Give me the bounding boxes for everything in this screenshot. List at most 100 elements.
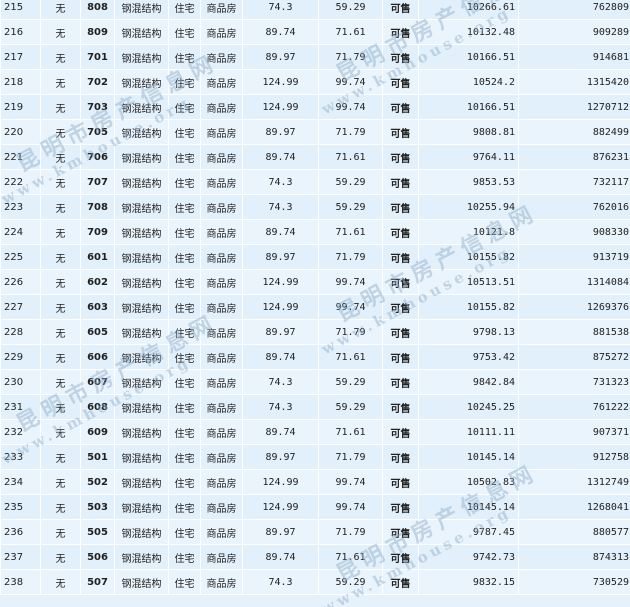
gross-area-cell: 89.74: [242, 19, 319, 45]
property-type-cell: 商品房: [200, 469, 243, 495]
room-number-cell[interactable]: 501: [80, 444, 115, 470]
usage-cell: 住宅: [168, 169, 201, 195]
usage-cell: 住宅: [168, 519, 201, 545]
inner-area-cell: 71.79: [318, 44, 383, 70]
sale-status-cell: 可售: [382, 144, 419, 170]
room-number-cell[interactable]: 605: [80, 319, 115, 345]
structure-cell: 钢混结构: [114, 444, 169, 470]
presale-permit-cell: 无: [40, 319, 81, 345]
usage-cell: 住宅: [168, 44, 201, 70]
room-number-cell[interactable]: 709: [80, 219, 115, 245]
housing-units-table: 215 无 808 钢混结构 住宅 商品房 74.3 59.29 可售 10266.61 76280…: [0, 0, 630, 595]
table-row: 230 无 607 钢混结构 住宅 商品房 74.3 59.29 可售 9842.84 731323: [0, 369, 630, 395]
total-price-cell: 880577: [518, 519, 630, 545]
sale-status-cell: 可售: [382, 369, 419, 395]
structure-cell: 钢混结构: [114, 194, 169, 220]
room-number-cell[interactable]: 701: [80, 44, 115, 70]
structure-cell: 钢混结构: [114, 319, 169, 345]
structure-cell: 钢混结构: [114, 19, 169, 45]
room-number-cell[interactable]: 705: [80, 119, 115, 145]
inner-area-cell: 71.61: [318, 544, 383, 570]
unit-price-cell: 10524.2: [418, 69, 519, 95]
row-number-cell: 219: [0, 94, 41, 120]
unit-price-cell: 9853.53: [418, 169, 519, 195]
room-number-cell[interactable]: 507: [80, 569, 115, 595]
unit-price-cell: 10502.83: [418, 469, 519, 495]
total-price-cell: 1312749: [518, 469, 630, 495]
gross-area-cell: 89.97: [242, 519, 319, 545]
gross-area-cell: 89.97: [242, 319, 319, 345]
structure-cell: 钢混结构: [114, 469, 169, 495]
room-number-cell[interactable]: 505: [80, 519, 115, 545]
row-number-cell: 237: [0, 544, 41, 570]
usage-cell: 住宅: [168, 394, 201, 420]
total-price-cell: 912758: [518, 444, 630, 470]
structure-cell: 钢混结构: [114, 94, 169, 120]
property-type-cell: 商品房: [200, 169, 243, 195]
inner-area-cell: 59.29: [318, 0, 383, 20]
property-type-cell: 商品房: [200, 119, 243, 145]
property-type-cell: 商品房: [200, 319, 243, 345]
table-row: 215 无 808 钢混结构 住宅 商品房 74.3 59.29 可售 10266.61 76280…: [0, 0, 630, 20]
usage-cell: 住宅: [168, 94, 201, 120]
structure-cell: 钢混结构: [114, 219, 169, 245]
unit-price-cell: 10132.48: [418, 19, 519, 45]
room-number-cell[interactable]: 609: [80, 419, 115, 445]
usage-cell: 住宅: [168, 294, 201, 320]
unit-price-cell: 9753.42: [418, 344, 519, 370]
room-number-cell[interactable]: 702: [80, 69, 115, 95]
room-number-cell[interactable]: 706: [80, 144, 115, 170]
unit-price-cell: 10111.11: [418, 419, 519, 445]
room-number-cell[interactable]: 608: [80, 394, 115, 420]
room-number-cell[interactable]: 808: [80, 0, 115, 20]
inner-area-cell: 71.61: [318, 419, 383, 445]
structure-cell: 钢混结构: [114, 494, 169, 520]
room-number-cell[interactable]: 707: [80, 169, 115, 195]
sale-status-cell: 可售: [382, 319, 419, 345]
sale-status-cell: 可售: [382, 94, 419, 120]
room-number-cell[interactable]: 603: [80, 294, 115, 320]
total-price-cell: 876231: [518, 144, 630, 170]
inner-area-cell: 99.74: [318, 94, 383, 120]
gross-area-cell: 74.3: [242, 569, 319, 595]
property-type-cell: 商品房: [200, 369, 243, 395]
total-price-cell: 1315420: [518, 69, 630, 95]
room-number-cell[interactable]: 506: [80, 544, 115, 570]
room-number-cell[interactable]: 708: [80, 194, 115, 220]
room-number-cell[interactable]: 809: [80, 19, 115, 45]
total-price-cell: 882499: [518, 119, 630, 145]
row-number-cell: 224: [0, 219, 41, 245]
inner-area-cell: 71.79: [318, 119, 383, 145]
total-price-cell: 1270712: [518, 94, 630, 120]
room-number-cell[interactable]: 602: [80, 269, 115, 295]
sale-status-cell: 可售: [382, 469, 419, 495]
room-number-cell[interactable]: 601: [80, 244, 115, 270]
property-type-cell: 商品房: [200, 444, 243, 470]
unit-price-cell: 10155.82: [418, 294, 519, 320]
presale-permit-cell: 无: [40, 369, 81, 395]
inner-area-cell: 71.79: [318, 444, 383, 470]
table-row: 227 无 603 钢混结构 住宅 商品房 124.99 99.74 可售 10155.82 126…: [0, 294, 630, 320]
room-number-cell[interactable]: 703: [80, 94, 115, 120]
property-type-cell: 商品房: [200, 19, 243, 45]
unit-price-cell: 10166.51: [418, 44, 519, 70]
table-row: 232 无 609 钢混结构 住宅 商品房 89.74 71.61 可售 10111.11 9073…: [0, 419, 630, 445]
unit-price-cell: 9787.45: [418, 519, 519, 545]
room-number-cell[interactable]: 606: [80, 344, 115, 370]
gross-area-cell: 89.97: [242, 44, 319, 70]
total-price-cell: 914681: [518, 44, 630, 70]
sale-status-cell: 可售: [382, 519, 419, 545]
room-number-cell[interactable]: 607: [80, 369, 115, 395]
usage-cell: 住宅: [168, 494, 201, 520]
room-number-cell[interactable]: 502: [80, 469, 115, 495]
room-number-cell[interactable]: 503: [80, 494, 115, 520]
table-row: 224 无 709 钢混结构 住宅 商品房 89.74 71.61 可售 10121.8 90833…: [0, 219, 630, 245]
row-number-cell: 234: [0, 469, 41, 495]
inner-area-cell: 71.61: [318, 344, 383, 370]
presale-permit-cell: 无: [40, 419, 81, 445]
gross-area-cell: 124.99: [242, 469, 319, 495]
table-row: 231 无 608 钢混结构 住宅 商品房 74.3 59.29 可售 10245.25 76122…: [0, 394, 630, 420]
unit-price-cell: 9808.81: [418, 119, 519, 145]
property-type-cell: 商品房: [200, 244, 243, 270]
sale-status-cell: 可售: [382, 244, 419, 270]
